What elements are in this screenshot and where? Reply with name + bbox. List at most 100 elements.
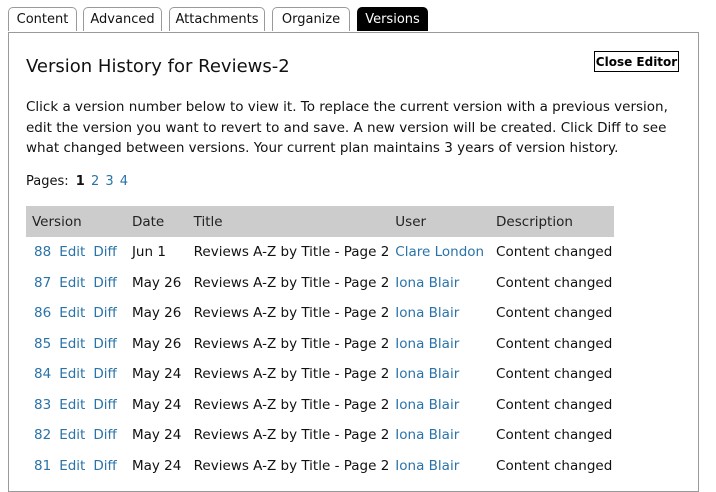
user-cell: Clare London — [389, 237, 490, 268]
description-cell: Content changed — [496, 396, 613, 413]
user-cell: Iona Blair — [389, 359, 490, 390]
user-link[interactable]: Iona Blair — [395, 336, 459, 352]
pagination: Pages: 1 2 3 4 — [26, 173, 128, 191]
edit-link[interactable]: Edit — [59, 244, 85, 260]
tab-content[interactable]: Content — [8, 7, 77, 31]
diff-link[interactable]: Diff — [93, 366, 116, 382]
version-number-link[interactable]: 81 — [34, 458, 51, 474]
date-cell: May 26 — [131, 305, 182, 322]
description-cell: Content changed — [496, 457, 613, 474]
column-header-version: Version — [26, 206, 126, 237]
column-header-title: Title — [187, 206, 390, 237]
table-header-row: Version Date Title User Description — [26, 206, 614, 237]
title-cell: Reviews A-Z by Title - Page 2 — [193, 274, 390, 291]
table-row: 87 Edit Diff May 26 Reviews A-Z by Title - P… — [26, 268, 614, 299]
date-cell: May 24 — [131, 366, 182, 383]
user-cell: Iona Blair — [389, 298, 490, 329]
description-cell: Content changed — [496, 274, 613, 291]
diff-link[interactable]: Diff — [93, 427, 116, 443]
edit-link[interactable]: Edit — [59, 397, 85, 413]
date-cell: May 24 — [131, 457, 182, 474]
title-cell: Reviews A-Z by Title - Page 2 — [193, 396, 390, 413]
page-title: Version History for Reviews-2 — [26, 56, 290, 77]
user-cell: Iona Blair — [389, 390, 490, 421]
version-cell: 82 Edit Diff — [26, 420, 126, 451]
column-header-description: Description — [490, 206, 614, 237]
title-cell: Reviews A-Z by Title - Page 2 — [193, 427, 390, 444]
description-cell: Content changed — [496, 244, 613, 261]
table-row: 85 Edit Diff May 26 Reviews A-Z by Title - P… — [26, 329, 614, 360]
version-number-link[interactable]: 85 — [34, 336, 51, 352]
description-cell: Content changed — [496, 427, 613, 444]
column-header-date: Date — [125, 206, 188, 237]
version-cell: 85 Edit Diff — [26, 329, 126, 360]
diff-link[interactable]: Diff — [93, 275, 116, 291]
title-cell: Reviews A-Z by Title - Page 2 — [193, 244, 390, 261]
description-cell: Content changed — [496, 305, 613, 322]
instructions-text: Click a version number below to view it.… — [26, 99, 668, 156]
diff-link[interactable]: Diff — [93, 305, 116, 321]
version-number-link[interactable]: 82 — [34, 427, 51, 443]
diff-link[interactable]: Diff — [93, 336, 116, 352]
title-cell: Reviews A-Z by Title - Page 2 — [193, 335, 390, 352]
user-cell: Iona Blair — [389, 329, 490, 360]
table-row: 82 Edit Diff May 24 Reviews A-Z by Title - P… — [26, 420, 614, 451]
date-cell: May 24 — [131, 427, 182, 444]
description-cell: Content changed — [496, 335, 613, 352]
edit-link[interactable]: Edit — [59, 366, 85, 382]
page-link-2[interactable]: 2 — [91, 174, 99, 189]
page-link-4[interactable]: 4 — [120, 174, 128, 189]
version-cell: 83 Edit Diff — [26, 390, 126, 421]
version-cell: 87 Edit Diff — [26, 268, 126, 299]
version-number-link[interactable]: 86 — [34, 305, 51, 321]
edit-link[interactable]: Edit — [59, 275, 85, 291]
title-cell: Reviews A-Z by Title - Page 2 — [193, 305, 390, 322]
diff-link[interactable]: Diff — [93, 244, 116, 260]
tab-attachments[interactable]: Attachments — [169, 7, 265, 31]
user-link[interactable]: Iona Blair — [395, 458, 459, 474]
table-row: 81 Edit Diff May 24 Reviews A-Z by Title - P… — [26, 451, 614, 482]
version-number-link[interactable]: 87 — [34, 275, 51, 291]
user-link[interactable]: Iona Blair — [395, 366, 459, 382]
user-link[interactable]: Iona Blair — [395, 397, 459, 413]
diff-link[interactable]: Diff — [93, 397, 116, 413]
date-cell: Jun 1 — [131, 244, 166, 261]
date-cell: May 24 — [131, 396, 182, 413]
version-cell: 86 Edit Diff — [26, 298, 126, 329]
user-link[interactable]: Clare London — [395, 244, 484, 260]
date-cell: May 26 — [131, 274, 182, 291]
user-link[interactable]: Iona Blair — [395, 275, 459, 291]
version-rows: 88 Edit Diff Jun 1 Reviews A-Z by Title - Pa… — [26, 237, 614, 481]
tab-versions[interactable]: Versions — [357, 7, 428, 31]
table-row: 88 Edit Diff Jun 1 Reviews A-Z by Title - Pa… — [26, 237, 614, 268]
version-number-link[interactable]: 83 — [34, 397, 51, 413]
table-row: 83 Edit Diff May 24 Reviews A-Z by Title - P… — [26, 390, 614, 421]
edit-link[interactable]: Edit — [59, 336, 85, 352]
pagination-label: Pages: — [26, 174, 69, 189]
edit-link[interactable]: Edit — [59, 305, 85, 321]
user-cell: Iona Blair — [389, 420, 490, 451]
version-cell: 88 Edit Diff — [26, 237, 126, 268]
user-cell: Iona Blair — [389, 268, 490, 299]
user-link[interactable]: Iona Blair — [395, 427, 459, 443]
version-cell: 84 Edit Diff — [26, 359, 126, 390]
version-number-link[interactable]: 88 — [34, 244, 51, 260]
column-header-user: User — [389, 206, 491, 237]
tab-advanced[interactable]: Advanced — [83, 7, 162, 31]
user-link[interactable]: Iona Blair — [395, 305, 459, 321]
close-editor-button[interactable]: Close Editor — [594, 51, 679, 72]
page-link-3[interactable]: 3 — [105, 174, 113, 189]
edit-link[interactable]: Edit — [59, 427, 85, 443]
title-cell: Reviews A-Z by Title - Page 2 — [193, 457, 390, 474]
editor-tabs: Content Advanced Attachments Organize Ve… — [0, 0, 716, 33]
table-row: 86 Edit Diff May 26 Reviews A-Z by Title - P… — [26, 298, 614, 329]
title-cell: Reviews A-Z by Title - Page 2 — [193, 366, 390, 383]
date-cell: May 26 — [131, 335, 182, 352]
diff-link[interactable]: Diff — [93, 458, 116, 474]
user-cell: Iona Blair — [389, 451, 490, 482]
version-number-link[interactable]: 84 — [34, 366, 51, 382]
tab-organize[interactable]: Organize — [272, 7, 350, 31]
version-history-table: Version Date Title User Description 88 Ed… — [26, 206, 614, 481]
edit-link[interactable]: Edit — [59, 458, 85, 474]
description-cell: Content changed — [496, 366, 613, 383]
